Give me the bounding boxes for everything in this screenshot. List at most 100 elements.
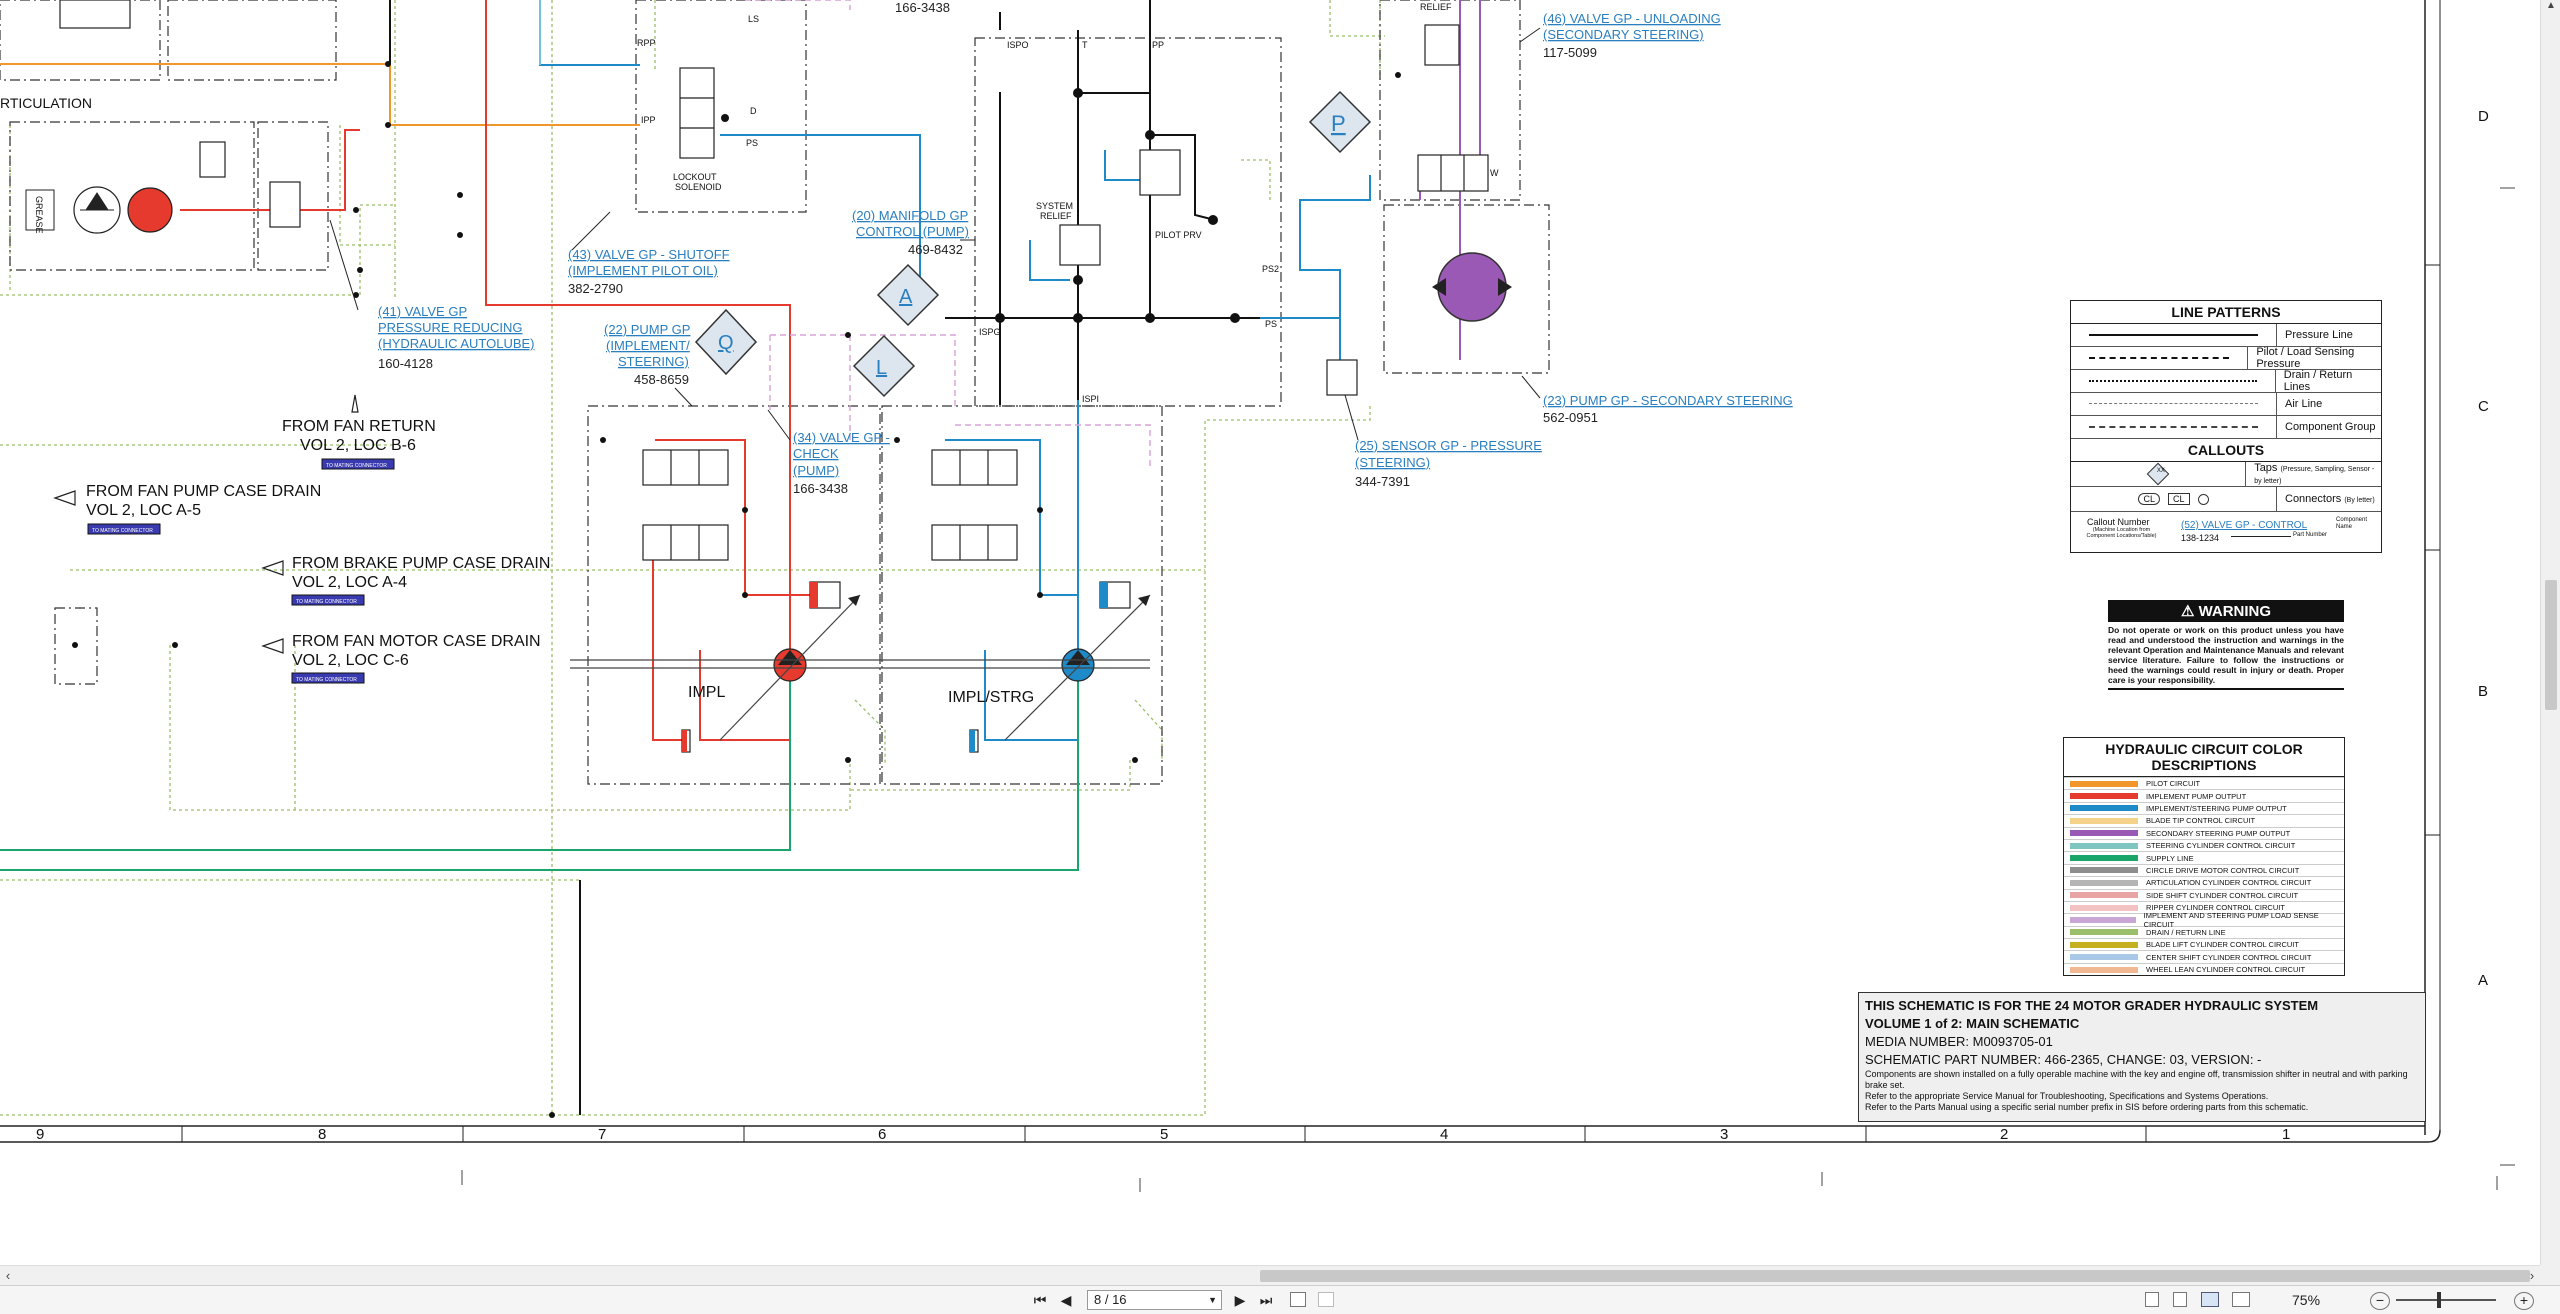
grid-row-label: D	[2478, 108, 2489, 125]
callout-46-link[interactable]: (46) VALVE GP - UNLOADING	[1543, 11, 1721, 26]
callout-22-link[interactable]: STEERING)	[618, 354, 689, 369]
tap-q[interactable]: Q	[718, 332, 734, 354]
secondary-steering-pump	[1437, 252, 1507, 322]
color-legend-label: DRAIN / RETURN LINE	[2146, 927, 2226, 937]
schematic-part-number: SCHEMATIC PART NUMBER: 466-2365, CHANGE:…	[1865, 1052, 2262, 1067]
color-legend-label: SIDE SHIFT CYLINDER CONTROL CIRCUIT	[2146, 890, 2299, 900]
callout-22-link[interactable]: (22) PUMP GP	[604, 322, 690, 337]
callout-22-link[interactable]: (IMPLEMENT/	[606, 338, 690, 353]
mating-connector-tag: TO MATING CONNECTOR	[296, 677, 357, 683]
from-brake-pump-drain: FROM BRAKE PUMP CASE DRAIN	[292, 555, 550, 572]
color-legend-row: IMPLEMENT PUMP OUTPUT	[2064, 789, 2344, 801]
go-back-view-icon[interactable]	[1290, 1292, 1306, 1307]
legend-label: Component Group	[2285, 421, 2376, 433]
tap-p[interactable]: P	[1331, 111, 1346, 136]
port-label: W	[1490, 168, 1499, 178]
page-indicator: 8 / 16	[1094, 1292, 1127, 1307]
callout-46-pn: 117-5099	[1543, 45, 1597, 60]
line-patterns-title: LINE PATTERNS	[2071, 301, 2381, 324]
color-legend-label: IMPLEMENT/STEERING PUMP OUTPUT	[2146, 803, 2287, 813]
color-swatch	[2070, 830, 2138, 837]
callout-43-link[interactable]: (IMPLEMENT PILOT OIL)	[568, 263, 718, 278]
grid-col-label: 4	[1440, 1126, 1448, 1143]
next-page-button[interactable]: ▶	[1230, 1290, 1250, 1310]
first-page-button[interactable]: ⏮	[1030, 1290, 1050, 1310]
tap-l[interactable]: L	[876, 357, 887, 379]
color-swatch	[2070, 867, 2138, 874]
callout-41-link[interactable]: PRESSURE REDUCING	[378, 320, 522, 335]
callout-25-link[interactable]: (STEERING)	[1355, 455, 1430, 470]
legend-note: Component Name	[2336, 517, 2368, 530]
component-label: PILOT PRV	[1155, 230, 1202, 240]
last-page-button[interactable]: ⏭	[1256, 1290, 1276, 1310]
part-number: 166-3438	[895, 0, 950, 15]
color-legend-row: SUPPLY LINE	[2064, 851, 2344, 863]
color-swatch	[2070, 929, 2138, 936]
scroll-right-icon[interactable]: ›	[2524, 1266, 2540, 1286]
legend-note: (By letter)	[2344, 497, 2375, 504]
page-number-select[interactable]: 8 / 16 ▼	[1087, 1290, 1222, 1310]
callout-20-link[interactable]: CONTROL (PUMP)	[856, 224, 969, 239]
port-label: PP	[1152, 40, 1164, 50]
component-label: LOCKOUT	[673, 172, 717, 182]
color-legend-label: CIRCLE DRIVE MOTOR CONTROL CIRCUIT	[2146, 865, 2300, 875]
color-legend-label: SECONDARY STEERING PUMP OUTPUT	[2146, 828, 2291, 838]
grid-row-label: C	[2478, 398, 2489, 415]
port-label: ISPO	[1007, 40, 1029, 50]
pump-label-impl: IMPL	[688, 684, 725, 701]
zoom-slider-handle[interactable]	[2437, 1292, 2441, 1308]
color-legend-row: ARTICULATION CYLINDER CONTROL CIRCUIT	[2064, 876, 2344, 888]
port-label: IPP	[641, 115, 656, 125]
grid-row-label: A	[2478, 972, 2488, 989]
grid-col-label: 1	[2282, 1126, 2290, 1143]
callout-34-link[interactable]: (34) VALVE GP -	[793, 430, 890, 445]
zoom-in-button[interactable]: +	[2514, 1292, 2534, 1310]
legend-note: Part Number	[2293, 532, 2328, 538]
horizontal-scroll-thumb[interactable]	[1260, 1270, 2530, 1282]
callout-23-link[interactable]: (23) PUMP GP - SECONDARY STEERING	[1543, 393, 1793, 408]
vertical-scrollbar[interactable]: ▲	[2540, 0, 2560, 1265]
from-fan-pump-drain-loc: VOL 2, LOC A-5	[86, 502, 201, 519]
document-viewport[interactable]: D C B A 9 8 7 6 5 4 3 2 1 GREASE P A Q L…	[0, 0, 2560, 1265]
zoom-slider[interactable]	[2396, 1299, 2496, 1301]
color-swatch	[2070, 780, 2138, 787]
example-part-number: 138-1234	[2181, 533, 2220, 543]
previous-page-button[interactable]: ◀	[1056, 1290, 1076, 1310]
color-legend-label: PILOT CIRCUIT	[2146, 779, 2201, 789]
color-legend-label: BLADE LIFT CYLINDER CONTROL CIRCUIT	[2146, 940, 2299, 950]
single-page-view-icon[interactable]	[2145, 1292, 2159, 1307]
callout-20-link[interactable]: (20) MANIFOLD GP	[852, 208, 968, 223]
color-swatch	[2070, 941, 2138, 948]
port-label: ISPG	[979, 327, 1001, 337]
continuous-view-icon[interactable]	[2173, 1292, 2187, 1307]
zoom-out-button[interactable]: −	[2370, 1292, 2390, 1310]
callout-46-link[interactable]: (SECONDARY STEERING)	[1543, 27, 1704, 42]
example-callout-link: (52) VALVE GP - CONTROL	[2181, 520, 2308, 531]
callout-25-link[interactable]: (25) SENSOR GP - PRESSURE	[1355, 438, 1542, 453]
horizontal-scrollbar[interactable]: ‹ ›	[0, 1265, 2540, 1286]
color-legend-row: IMPLEMENT/STEERING PUMP OUTPUT	[2064, 801, 2344, 814]
tap-a[interactable]: A	[899, 286, 913, 308]
section-label: RTICULATION	[0, 95, 92, 111]
callout-41-link[interactable]: (HYDRAULIC AUTOLUBE)	[378, 336, 535, 351]
scroll-left-icon[interactable]: ‹	[0, 1266, 16, 1286]
callouts-title: CALLOUTS	[2071, 439, 2381, 462]
callout-41-link[interactable]: (41) VALVE GP	[378, 304, 467, 319]
scroll-up-icon[interactable]: ▲	[2541, 0, 2560, 16]
two-page-view-icon[interactable]	[2201, 1292, 2219, 1307]
callout-20-pn: 469-8432	[908, 242, 963, 257]
callout-34-link[interactable]: CHECK	[793, 446, 839, 461]
legend-row: Drain / Return Lines	[2071, 369, 2381, 393]
pump-label-impl-strg: IMPL/STRG	[948, 689, 1034, 706]
grid-col-label: 2	[2000, 1126, 2008, 1143]
color-legend-row: PILOT CIRCUIT	[2064, 777, 2344, 789]
vertical-scroll-thumb[interactable]	[2545, 580, 2557, 710]
go-forward-view-icon[interactable]	[1318, 1292, 1334, 1307]
callout-43-link[interactable]: (43) VALVE GP - SHUTOFF	[568, 247, 730, 262]
two-page-continuous-view-icon[interactable]	[2232, 1292, 2250, 1307]
color-swatch	[2070, 879, 2138, 886]
legend-label: Callout Number	[2087, 517, 2150, 527]
port-label: D	[750, 106, 757, 116]
callout-34-link[interactable]: (PUMP)	[793, 463, 839, 478]
warning-icon: ⚠	[2180, 603, 2195, 620]
